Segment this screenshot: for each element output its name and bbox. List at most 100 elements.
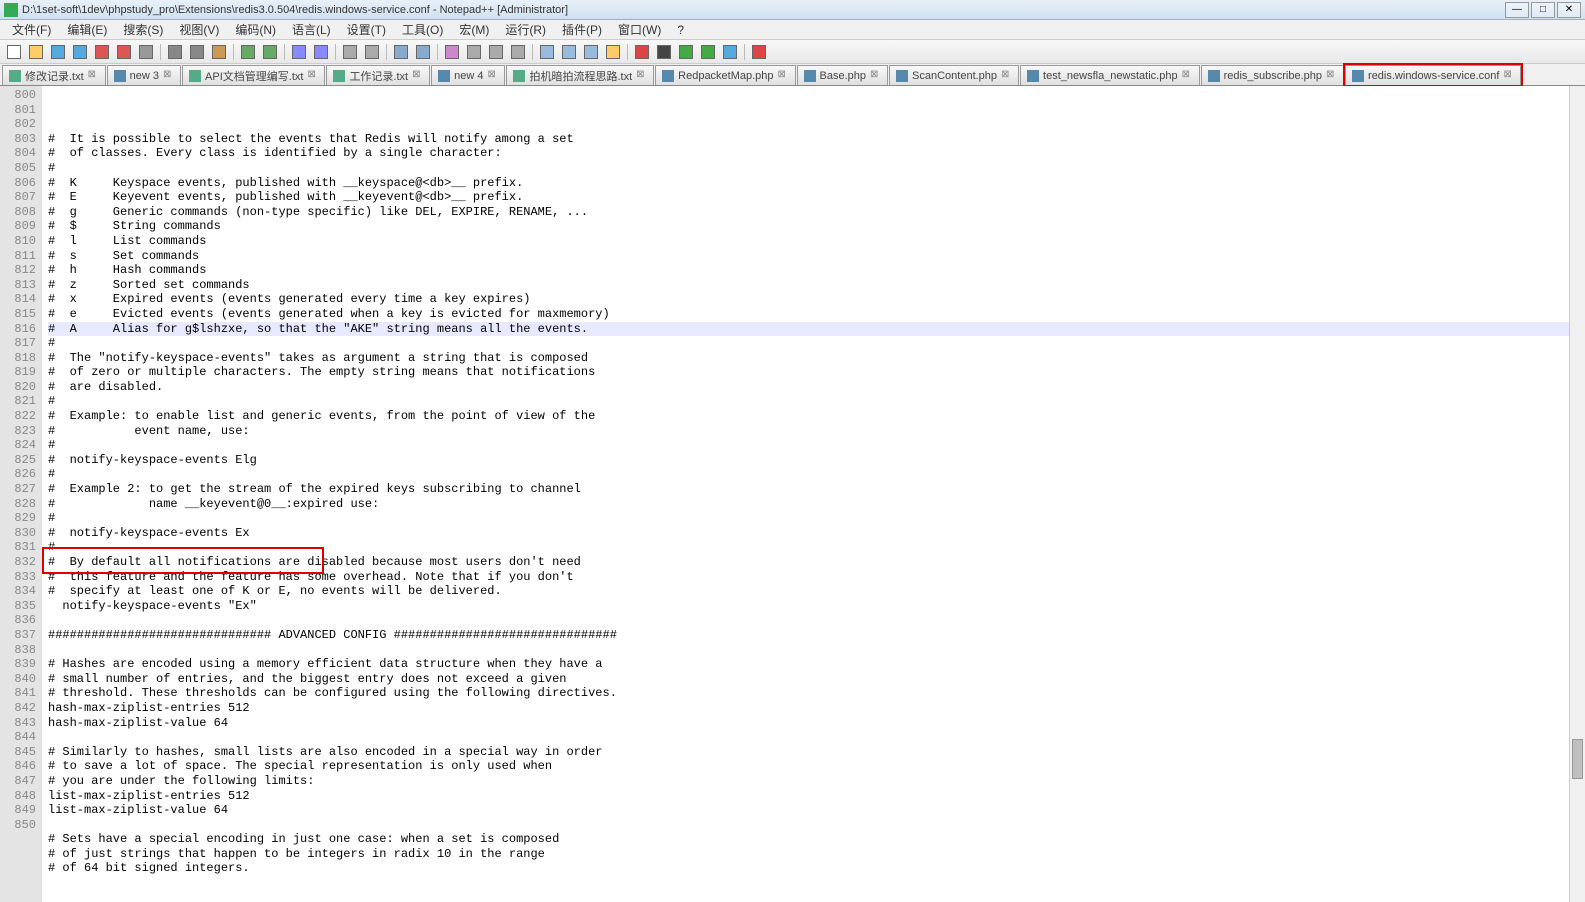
tab-close-icon[interactable]: ⊠ — [487, 70, 498, 81]
tab-close-icon[interactable]: ⊠ — [1503, 70, 1514, 81]
scroll-thumb[interactable] — [1572, 739, 1583, 779]
tab-close-icon[interactable]: ⊠ — [88, 70, 99, 81]
wrap-icon[interactable] — [442, 42, 462, 62]
code-line[interactable]: # to save a lot of space. The special re… — [48, 759, 1585, 774]
code-line[interactable]: # E Keyevent events, published with __ke… — [48, 190, 1585, 205]
code-line[interactable]: # h Hash commands — [48, 263, 1585, 278]
code-line[interactable] — [48, 730, 1585, 745]
menu-item[interactable]: 运行(R) — [497, 21, 554, 38]
maximize-button[interactable]: □ — [1531, 2, 1555, 18]
tab[interactable]: 修改记录.txt⊠ — [2, 65, 106, 85]
tab[interactable]: ScanContent.php⊠ — [889, 65, 1019, 85]
tab[interactable]: new 4⊠ — [431, 65, 505, 85]
tab[interactable]: Base.php⊠ — [797, 65, 888, 85]
code-line[interactable]: # s Set commands — [48, 249, 1585, 264]
code-line[interactable]: # Example 2: to get the stream of the ex… — [48, 482, 1585, 497]
tab[interactable]: 拍机暗拍流程思路.txt⊠ — [506, 65, 654, 85]
tab[interactable]: 工作记录.txt⊠ — [326, 65, 430, 85]
macro-multi-icon[interactable] — [698, 42, 718, 62]
zoom-out-icon[interactable] — [362, 42, 382, 62]
code-line[interactable]: # l List commands — [48, 234, 1585, 249]
sync-h-icon[interactable] — [413, 42, 433, 62]
save-all-icon[interactable] — [70, 42, 90, 62]
sync-v-icon[interactable] — [391, 42, 411, 62]
menu-item[interactable]: 语言(L) — [284, 21, 339, 38]
code-line[interactable]: # g Generic commands (non-type specific)… — [48, 205, 1585, 220]
code-line[interactable]: # A Alias for g$lshzxe, so that the "AKE… — [48, 322, 1585, 337]
code-line[interactable] — [48, 818, 1585, 833]
macro-stop-icon[interactable] — [654, 42, 674, 62]
function-list-icon[interactable] — [581, 42, 601, 62]
code-line[interactable]: # are disabled. — [48, 380, 1585, 395]
code-line[interactable]: # — [48, 540, 1585, 555]
code-line[interactable]: # this feature and the feature has some … — [48, 570, 1585, 585]
code-line[interactable]: # By default all notifications are disab… — [48, 555, 1585, 570]
paste-icon[interactable] — [209, 42, 229, 62]
undo-icon[interactable] — [238, 42, 258, 62]
redo-icon[interactable] — [260, 42, 280, 62]
code-line[interactable]: # of just strings that happen to be inte… — [48, 847, 1585, 862]
menu-item[interactable]: 窗口(W) — [610, 21, 669, 38]
doc-map-icon[interactable] — [537, 42, 557, 62]
code-content[interactable]: # It is possible to select the events th… — [42, 86, 1585, 902]
code-line[interactable]: list-max-ziplist-entries 512 — [48, 789, 1585, 804]
code-line[interactable] — [48, 613, 1585, 628]
code-line[interactable]: # — [48, 467, 1585, 482]
tab-close-icon[interactable]: ⊠ — [163, 70, 174, 81]
code-line[interactable]: ############################### ADVANCED… — [48, 628, 1585, 643]
code-line[interactable]: notify-keyspace-events "Ex" — [48, 599, 1585, 614]
code-line[interactable]: # — [48, 438, 1585, 453]
code-line[interactable]: # e Evicted events (events generated whe… — [48, 307, 1585, 322]
code-line[interactable]: # specify at least one of K or E, no eve… — [48, 584, 1585, 599]
code-line[interactable]: # event name, use: — [48, 424, 1585, 439]
tab-close-icon[interactable]: ⊠ — [870, 70, 881, 81]
macro-save-icon[interactable] — [720, 42, 740, 62]
code-line[interactable]: # K Keyspace events, published with __ke… — [48, 176, 1585, 191]
doc-list-icon[interactable] — [559, 42, 579, 62]
code-line[interactable]: # $ String commands — [48, 219, 1585, 234]
code-line[interactable]: # x Expired events (events generated eve… — [48, 292, 1585, 307]
copy-icon[interactable] — [187, 42, 207, 62]
menu-item[interactable]: 编辑(E) — [59, 21, 115, 38]
cut-icon[interactable] — [165, 42, 185, 62]
code-line[interactable]: # — [48, 336, 1585, 351]
code-line[interactable]: hash-max-ziplist-entries 512 — [48, 701, 1585, 716]
code-line[interactable]: # The "notify-keyspace-events" takes as … — [48, 351, 1585, 366]
show-all-icon[interactable] — [464, 42, 484, 62]
tab[interactable]: redis.windows-service.conf⊠ — [1345, 65, 1521, 85]
code-line[interactable]: # Example: to enable list and generic ev… — [48, 409, 1585, 424]
code-line[interactable]: # name __keyevent@0__:expired use: — [48, 497, 1585, 512]
menu-item[interactable]: 视图(V) — [171, 21, 227, 38]
code-line[interactable]: list-max-ziplist-value 64 — [48, 803, 1585, 818]
code-line[interactable]: # It is possible to select the events th… — [48, 132, 1585, 147]
close-icon[interactable] — [92, 42, 112, 62]
zoom-in-icon[interactable] — [340, 42, 360, 62]
menu-item[interactable]: 编码(N) — [227, 21, 284, 38]
menu-item[interactable]: 设置(T) — [339, 21, 394, 38]
print-icon[interactable] — [136, 42, 156, 62]
menu-item[interactable]: ? — [669, 23, 692, 37]
open-file-icon[interactable] — [26, 42, 46, 62]
vertical-scrollbar[interactable] — [1569, 86, 1585, 902]
menu-item[interactable]: 插件(P) — [554, 21, 610, 38]
spell-check-icon[interactable] — [749, 42, 769, 62]
tab[interactable]: new 3⊠ — [107, 65, 181, 85]
new-file-icon[interactable] — [4, 42, 24, 62]
menu-item[interactable]: 搜索(S) — [115, 21, 171, 38]
code-line[interactable]: # Hashes are encoded using a memory effi… — [48, 657, 1585, 672]
code-line[interactable]: # z Sorted set commands — [48, 278, 1585, 293]
tab-close-icon[interactable]: ⊠ — [778, 70, 789, 81]
code-line[interactable]: # threshold. These thresholds can be con… — [48, 686, 1585, 701]
code-line[interactable]: # of 64 bit signed integers. — [48, 861, 1585, 876]
code-line[interactable]: # small number of entries, and the bigge… — [48, 672, 1585, 687]
close-all-icon[interactable] — [114, 42, 134, 62]
code-line[interactable]: # — [48, 161, 1585, 176]
code-line[interactable]: # — [48, 511, 1585, 526]
tab[interactable]: redis_subscribe.php⊠ — [1201, 65, 1344, 85]
code-line[interactable]: # Similarly to hashes, small lists are a… — [48, 745, 1585, 760]
tab-close-icon[interactable]: ⊠ — [1326, 70, 1337, 81]
tab-close-icon[interactable]: ⊠ — [412, 70, 423, 81]
code-line[interactable]: # notify-keyspace-events Elg — [48, 453, 1585, 468]
folder-icon[interactable] — [603, 42, 623, 62]
macro-record-icon[interactable] — [632, 42, 652, 62]
